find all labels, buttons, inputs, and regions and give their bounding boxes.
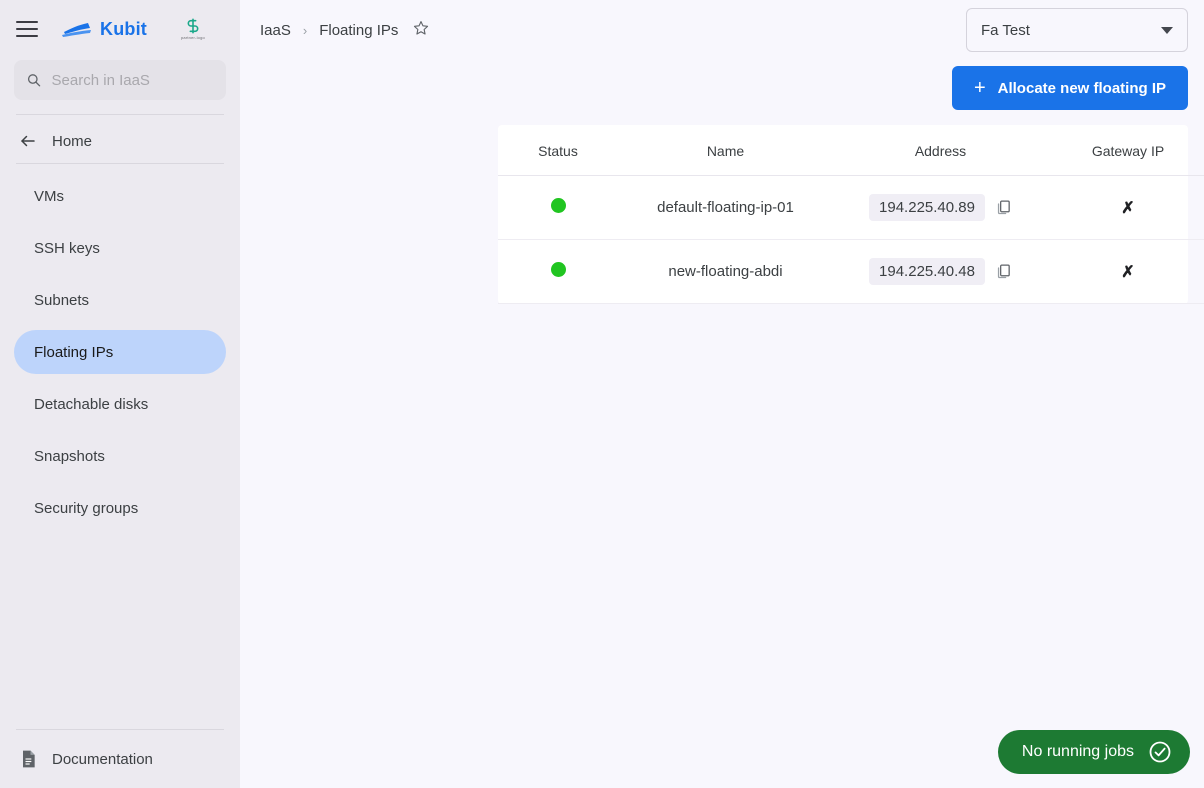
star-outline-icon[interactable] [412, 19, 430, 42]
brand[interactable]: Kubit [62, 19, 147, 40]
allocate-button-label: Allocate new floating IP [997, 79, 1166, 97]
cell-gateway-ip: ✗ [1048, 175, 1204, 240]
sidebar-item-label: Subnets [34, 291, 90, 309]
table-header-row: Status Name Address Gateway IP Connected… [498, 125, 1204, 176]
cell-status [498, 239, 618, 304]
sidebar-item-label: VMs [34, 187, 64, 205]
chevron-down-icon [1161, 26, 1173, 34]
cross-icon: ✗ [1121, 263, 1135, 281]
copy-icon[interactable] [995, 199, 1012, 216]
cell-name: default-floating-ip-01 [618, 175, 833, 240]
cell-address: 194.225.40.89 [833, 175, 1048, 240]
action-row: + Allocate new floating IP [240, 60, 1204, 110]
sidebar-item-documentation[interactable]: Documentation [0, 730, 240, 788]
column-header-name: Name [618, 125, 833, 176]
search-container [0, 60, 240, 100]
status-dot-active [550, 198, 566, 213]
cell-gateway-ip: ✗ [1048, 239, 1204, 304]
breadcrumb-separator-icon: › [302, 22, 308, 38]
sidebar-item-label: SSH keys [34, 239, 100, 257]
sidebar-header: Kubit partner-logo [0, 0, 240, 58]
sidebar-nav: VMs SSH keys Subnets Floating IPs Detach… [0, 174, 240, 538]
sidebar-item-label: Detachable disks [34, 395, 149, 413]
sidebar-item-snapshots[interactable]: Snapshots [14, 434, 226, 478]
partner-logo: partner-logo [181, 18, 205, 40]
document-icon [23, 750, 35, 768]
sidebar-item-home[interactable]: Home [0, 119, 240, 163]
sidebar-footer: Documentation [0, 729, 240, 788]
floating-ips-table: Status Name Address Gateway IP Connected… [498, 125, 1204, 304]
project-select[interactable]: Fa Test [966, 8, 1188, 52]
sidebar-item-label: Snapshots [34, 447, 105, 465]
sidebar-item-detachable-disks[interactable]: Detachable disks [14, 382, 226, 426]
search-icon [27, 74, 41, 87]
search-box[interactable] [14, 60, 226, 100]
search-input[interactable] [51, 71, 214, 89]
documentation-label: Documentation [52, 750, 153, 768]
sidebar-item-subnets[interactable]: Subnets [14, 278, 226, 322]
sidebar-item-label: Floating IPs [34, 343, 114, 361]
partner-s-mark [187, 18, 199, 34]
sidebar: Kubit partner-logo Search in IaaS Home V… [0, 0, 240, 788]
sidebar-divider-top [16, 114, 224, 115]
allocate-new-floating-ip-button[interactable]: + Allocate new floating IP [951, 66, 1188, 110]
table-header: Status Name Address Gateway IP Connected… [498, 125, 1204, 176]
cross-icon: ✗ [1121, 199, 1135, 217]
cell-address: 194.225.40.48 [833, 239, 1048, 304]
kubit-boat-logo [62, 23, 91, 37]
brand-name: Kubit [100, 18, 147, 39]
floating-ips-table-card: Status Name Address Gateway IP Connected… [498, 125, 1204, 304]
sidebar-item-security-groups[interactable]: Security groups [14, 486, 226, 530]
column-header-status: Status [498, 125, 618, 176]
ip-address-chip: 194.225.40.48 [869, 258, 985, 285]
sidebar-item-floating-ips[interactable]: Floating IPs [14, 330, 226, 374]
status-dot-active [550, 262, 566, 277]
partner-logo-caption: partner-logo [180, 35, 205, 40]
sidebar-item-label: Security groups [34, 499, 139, 517]
arrow-left-icon [21, 135, 35, 147]
status-badge-label: No running jobs [1021, 743, 1134, 760]
main-content: IaaS › Floating IPs Fa Test + Allocate n… [240, 0, 1204, 788]
ip-address-chip: 194.225.40.89 [869, 194, 985, 221]
cell-status [498, 175, 618, 240]
breadcrumb-root[interactable]: IaaS [260, 22, 291, 39]
table-body: default-floating-ip-01 194.225.40.89 ✗ n… [498, 175, 1204, 304]
check-circle-icon [1149, 741, 1171, 763]
sidebar-divider-home [16, 163, 224, 164]
cell-name: new-floating-abdi [618, 239, 833, 304]
breadcrumb: IaaS › Floating IPs [260, 19, 430, 42]
status-badge-running-jobs[interactable]: No running jobs [997, 730, 1190, 774]
sidebar-home-label: Home [52, 132, 93, 150]
project-select-value: Fa Test [981, 21, 1030, 39]
topbar: IaaS › Floating IPs Fa Test [240, 0, 1204, 60]
copy-icon[interactable] [995, 263, 1012, 280]
column-header-address: Address [833, 125, 1048, 176]
sidebar-item-ssh-keys[interactable]: SSH keys [14, 226, 226, 270]
hamburger-icon[interactable] [16, 21, 38, 37]
breadcrumb-current[interactable]: Floating IPs [319, 22, 398, 39]
table-row[interactable]: new-floating-abdi 194.225.40.48 ✗ [498, 239, 1204, 304]
table-row[interactable]: default-floating-ip-01 194.225.40.89 ✗ [498, 175, 1204, 240]
sidebar-item-vms[interactable]: VMs [14, 174, 226, 218]
plus-icon: + [973, 77, 986, 99]
column-header-gateway-ip: Gateway IP [1048, 125, 1204, 176]
app-root: Kubit partner-logo Search in IaaS Home V… [0, 0, 1204, 788]
